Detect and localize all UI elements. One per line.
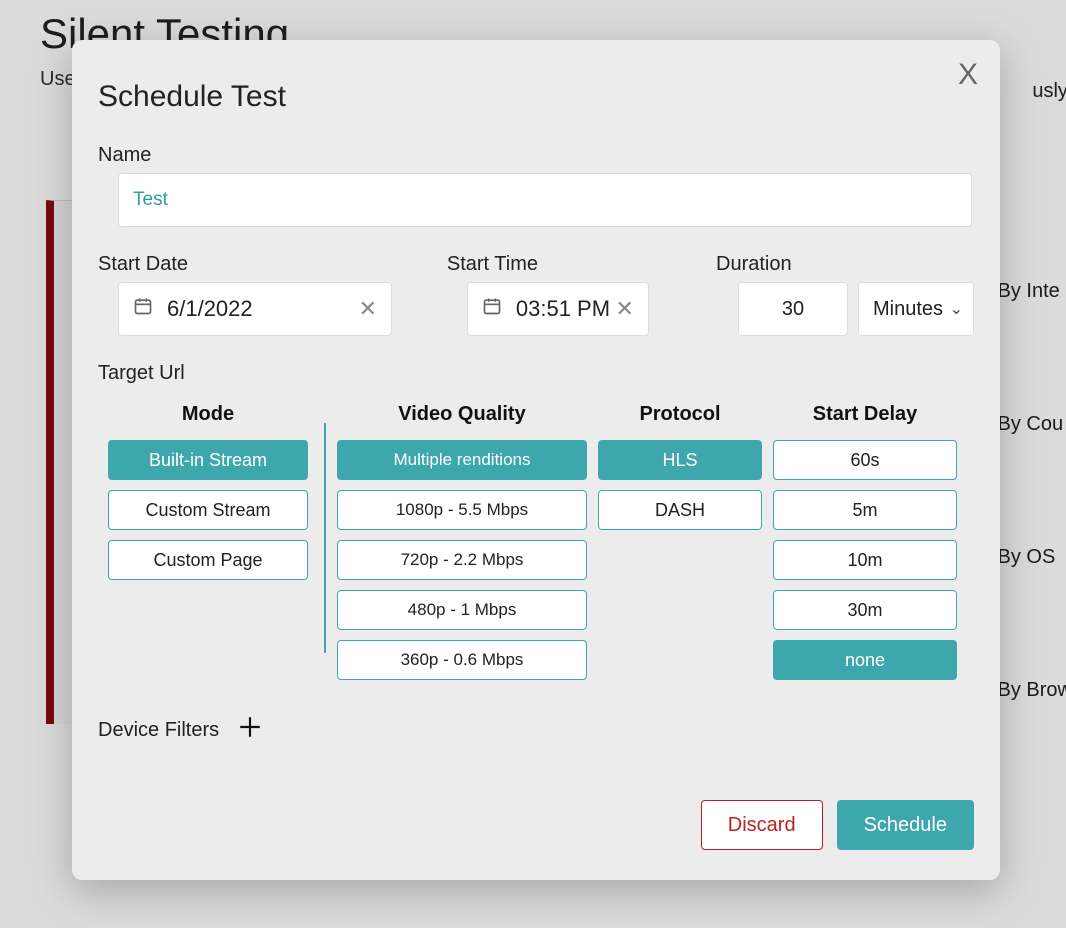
- start-delay-option[interactable]: 60s: [773, 440, 957, 480]
- start-date-label: Start Date: [98, 253, 447, 276]
- protocol-header: Protocol: [639, 403, 720, 426]
- discard-button[interactable]: Discard: [701, 800, 823, 850]
- start-delay-option[interactable]: 30m: [773, 590, 957, 630]
- name-label: Name: [98, 144, 974, 167]
- name-input[interactable]: [118, 173, 972, 227]
- duration-unit-select[interactable]: Minutes ⌄: [858, 282, 974, 336]
- video-quality-option[interactable]: Multiple renditions: [337, 440, 587, 480]
- protocol-option[interactable]: HLS: [598, 440, 762, 480]
- add-filter-button[interactable]: [237, 714, 263, 746]
- protocol-option[interactable]: DASH: [598, 490, 762, 530]
- start-time-picker[interactable]: 03:51 PM ✕: [467, 282, 649, 336]
- calendar-icon: [482, 296, 502, 322]
- close-button[interactable]: X: [958, 58, 978, 92]
- start-date-picker[interactable]: 6/1/2022 ✕: [118, 282, 392, 336]
- video-quality-option[interactable]: 720p - 2.2 Mbps: [337, 540, 587, 580]
- start-delay-header: Start Delay: [813, 403, 918, 426]
- duration-unit-value: Minutes: [873, 298, 943, 321]
- clear-time-icon[interactable]: ✕: [615, 296, 633, 322]
- schedule-button[interactable]: Schedule: [837, 800, 974, 850]
- start-delay-option[interactable]: 10m: [773, 540, 957, 580]
- target-url-label: Target Url: [98, 362, 974, 385]
- start-delay-option[interactable]: 5m: [773, 490, 957, 530]
- divider: [324, 423, 326, 653]
- mode-header: Mode: [182, 403, 234, 426]
- start-date-value: 6/1/2022: [167, 296, 359, 322]
- duration-label: Duration: [716, 253, 974, 276]
- calendar-icon: [133, 296, 153, 322]
- start-time-label: Start Time: [447, 253, 716, 276]
- clear-date-icon[interactable]: ✕: [359, 296, 377, 322]
- start-delay-option[interactable]: none: [773, 640, 957, 680]
- target-options: Mode Built-in Stream Custom Stream Custom …: [98, 403, 974, 680]
- mode-option[interactable]: Custom Page: [108, 540, 308, 580]
- video-quality-option[interactable]: 360p - 0.6 Mbps: [337, 640, 587, 680]
- modal-title: Schedule Test: [98, 80, 974, 114]
- duration-input[interactable]: [738, 282, 848, 336]
- video-quality-option[interactable]: 1080p - 5.5 Mbps: [337, 490, 587, 530]
- schedule-test-modal: X Schedule Test Name Start Date 6/1/2022…: [72, 40, 1000, 880]
- chevron-down-icon: ⌄: [950, 299, 963, 319]
- mode-option[interactable]: Custom Stream: [108, 490, 308, 530]
- mode-option[interactable]: Built-in Stream: [108, 440, 308, 480]
- start-time-value: 03:51 PM: [516, 296, 616, 322]
- video-quality-header: Video Quality: [398, 403, 525, 426]
- video-quality-option[interactable]: 480p - 1 Mbps: [337, 590, 587, 630]
- device-filters-label: Device Filters: [98, 719, 219, 742]
